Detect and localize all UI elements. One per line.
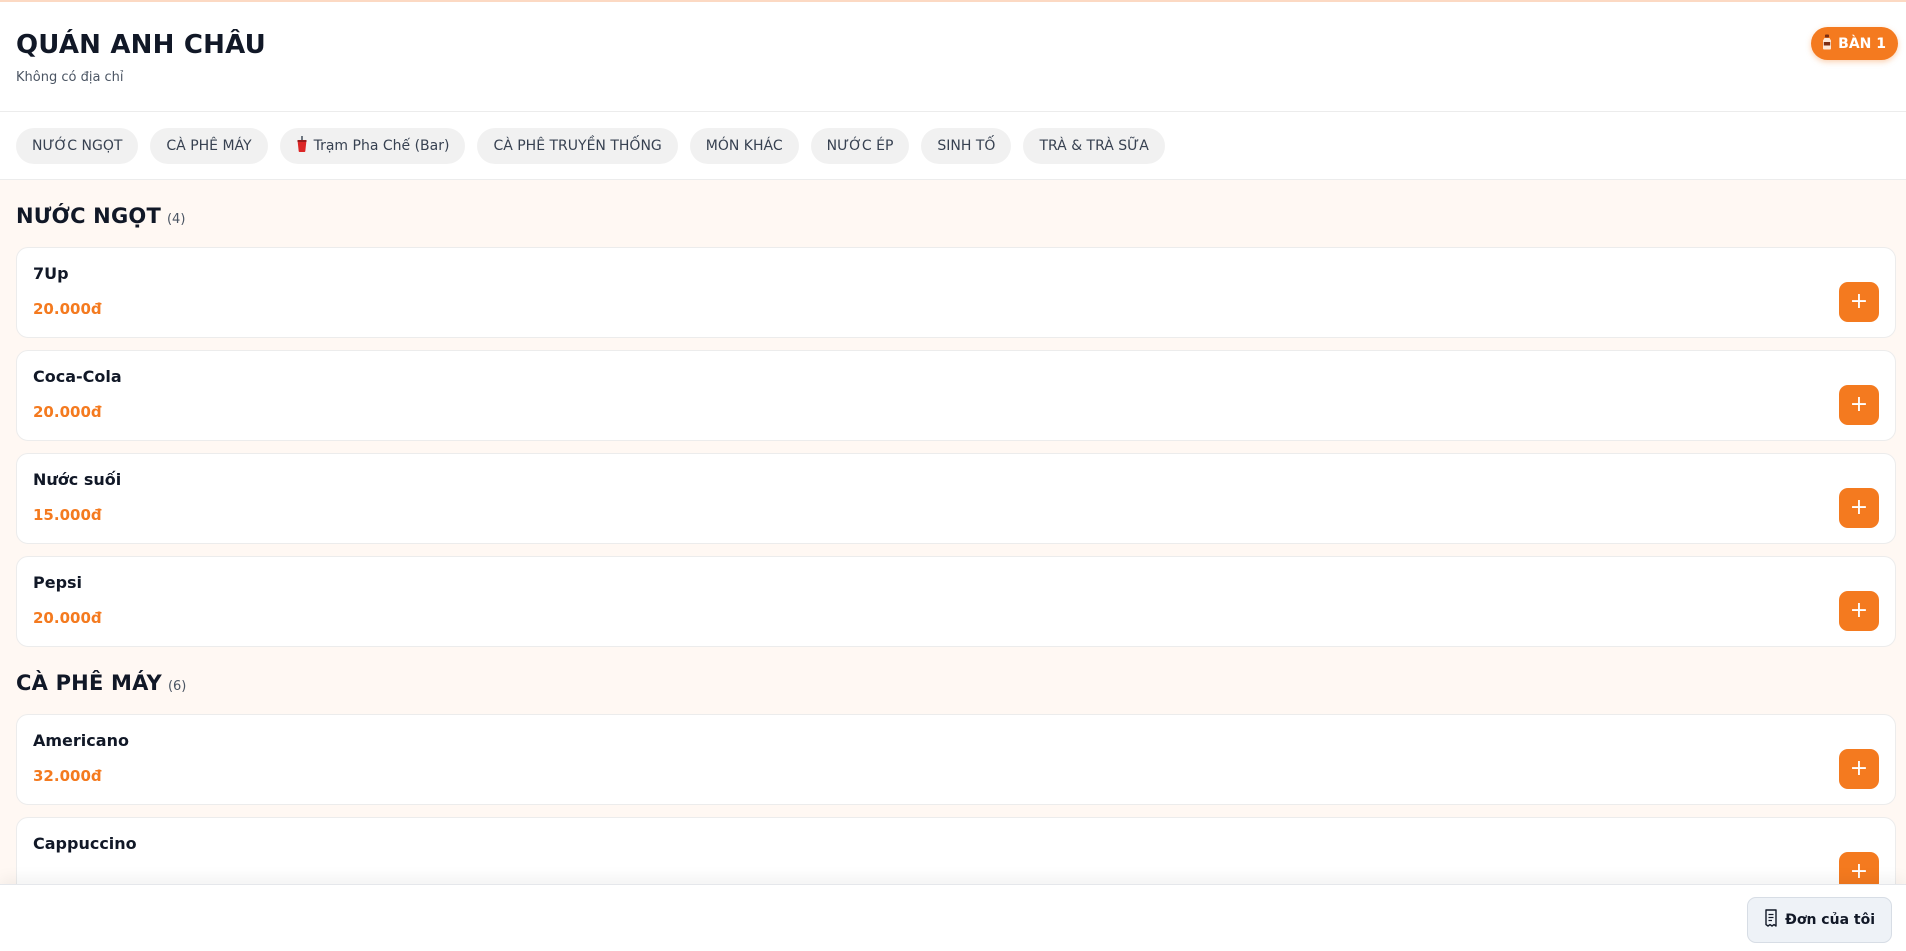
section-name: NƯỚC NGỌT — [16, 204, 161, 228]
table-label: BÀN 1 — [1838, 35, 1886, 52]
menu-item-card: Americano 32.000đ + — [16, 714, 1896, 805]
menu-item-card: Pepsi 20.000đ + — [16, 556, 1896, 647]
item-price: 15.000đ — [33, 506, 102, 524]
menu-item-card: Coca-Cola 20.000đ + — [16, 350, 1896, 441]
category-chip-tra-tra-sua[interactable]: TRÀ & TRÀ SỮA — [1023, 127, 1165, 164]
add-to-order-button[interactable]: + — [1839, 488, 1879, 528]
item-list: Americano 32.000đ + Cappuccino + — [16, 714, 1896, 908]
category-chip-ca-phe-truyen-thong[interactable]: CÀ PHÊ TRUYỀN THỐNG — [477, 127, 678, 164]
category-chip-label: CÀ PHÊ MÁY — [166, 137, 252, 154]
add-to-order-button[interactable]: + — [1839, 282, 1879, 322]
category-chip-label: CÀ PHÊ TRUYỀN THỐNG — [493, 137, 662, 154]
category-chip-label: SINH TỐ — [937, 137, 996, 154]
category-chip-mon-khac[interactable]: MÓN KHÁC — [689, 127, 799, 164]
category-chip-label: NƯỚC NGỌT — [32, 137, 123, 154]
item-name: Nước suối — [33, 470, 122, 489]
item-price: 32.000đ — [33, 767, 102, 785]
category-chip-label: TRÀ & TRÀ SỮA — [1039, 137, 1149, 154]
item-name: Cappuccino — [33, 834, 137, 853]
category-chip-nuoc-ngot[interactable]: NƯỚC NGỌT — [16, 127, 139, 164]
bottom-bar: Đơn của tôi — [0, 884, 1906, 951]
section-title: CÀ PHÊ MÁY (6) — [16, 671, 1896, 697]
menu-section-ca-phe-may: CÀ PHÊ MÁY (6) Americano 32.000đ + Cappu… — [16, 671, 1896, 908]
item-list: 7Up 20.000đ + Coca-Cola 20.000đ + Nước s… — [16, 247, 1896, 647]
add-to-order-button[interactable]: + — [1839, 591, 1879, 631]
category-chip-label: MÓN KHÁC — [705, 137, 783, 154]
bottle-icon — [1821, 34, 1833, 54]
category-chip-label: Trạm Pha Chế (Bar) — [313, 137, 450, 154]
item-price: 20.000đ — [33, 403, 102, 421]
store-name: QUÁN ANH CHÂU — [16, 30, 266, 60]
item-price: 20.000đ — [33, 609, 102, 627]
add-to-order-button[interactable]: + — [1839, 385, 1879, 425]
receipt-icon — [1764, 909, 1778, 931]
item-name: Coca-Cola — [33, 367, 122, 386]
menu-item-card: Nước suối 15.000đ + — [16, 453, 1896, 544]
category-chip-ca-phe-may[interactable]: CÀ PHÊ MÁY — [150, 127, 268, 164]
cup-icon — [296, 135, 308, 156]
item-name: 7Up — [33, 264, 69, 283]
category-chip-label: NƯỚC ÉP — [826, 137, 894, 154]
menu-content: NƯỚC NGỌT (4) 7Up 20.000đ + Coca-Cola 20… — [0, 204, 1906, 908]
section-count: (4) — [166, 212, 186, 227]
menu-section-nuoc-ngot: NƯỚC NGỌT (4) 7Up 20.000đ + Coca-Cola 20… — [16, 204, 1896, 647]
item-price: 20.000đ — [33, 300, 102, 318]
item-name: Pepsi — [33, 573, 83, 592]
store-address: Không có địa chỉ — [16, 70, 124, 85]
add-to-order-button[interactable]: + — [1839, 749, 1879, 789]
item-name: Americano — [33, 731, 129, 750]
store-header: QUÁN ANH CHÂU Không có địa chỉ BÀN 1 — [0, 2, 1906, 112]
table-badge: BÀN 1 — [1811, 27, 1898, 60]
category-chip-tram-pha-che[interactable]: Trạm Pha Chế (Bar) — [279, 127, 466, 164]
category-chip-nuoc-ep[interactable]: NƯỚC ÉP — [810, 127, 910, 164]
section-count: (6) — [167, 679, 187, 694]
my-order-label: Đơn của tôi — [1785, 912, 1875, 928]
menu-item-card: 7Up 20.000đ + — [16, 247, 1896, 338]
category-bar: NƯỚC NGỌT CÀ PHÊ MÁY Trạm Pha Chế (Bar) … — [0, 112, 1906, 180]
my-order-button[interactable]: Đơn của tôi — [1747, 897, 1892, 943]
section-title: NƯỚC NGỌT (4) — [16, 204, 1896, 230]
category-chip-sinh-to[interactable]: SINH TỐ — [921, 127, 1012, 164]
section-name: CÀ PHÊ MÁY — [16, 671, 162, 695]
